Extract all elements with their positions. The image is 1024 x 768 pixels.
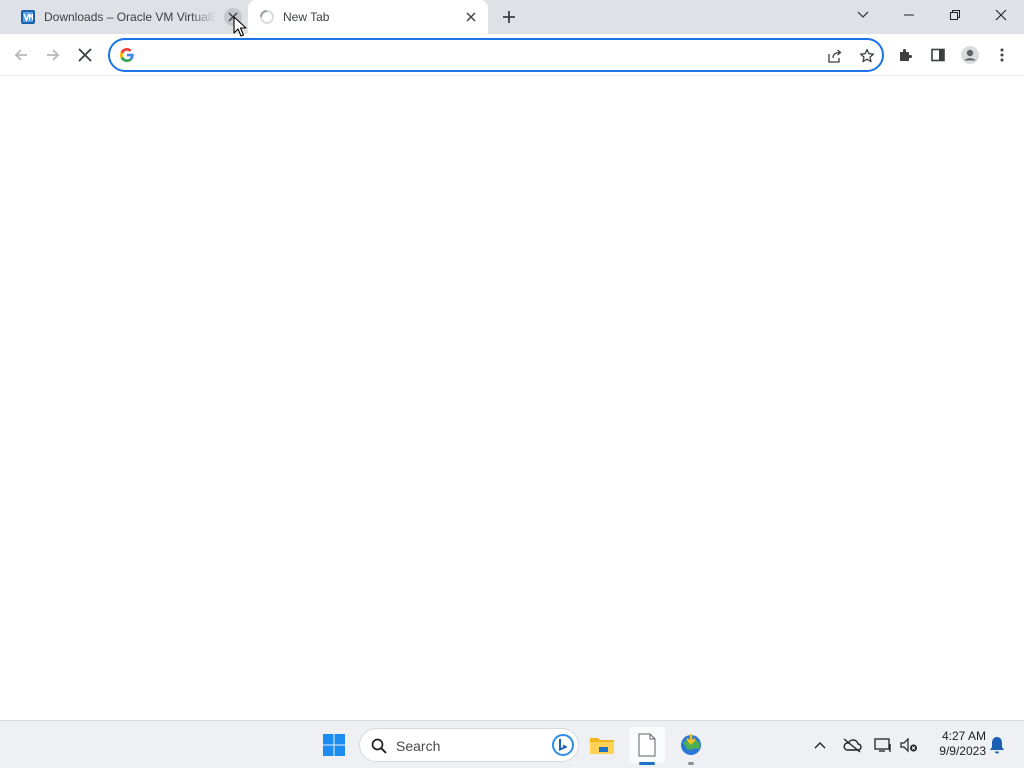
- start-button[interactable]: [316, 727, 352, 763]
- active-app-indicator: [639, 762, 655, 765]
- address-input[interactable]: [146, 45, 786, 65]
- profile-button[interactable]: [954, 39, 986, 71]
- profile-avatar-icon: [961, 46, 979, 64]
- new-tab-button[interactable]: [497, 5, 521, 29]
- onedrive-button[interactable]: [841, 734, 863, 756]
- taskbar: Search 4:27 AM 9/9/2023: [0, 720, 1024, 768]
- tab-new-tab[interactable]: New Tab: [248, 0, 488, 34]
- taskbar-search[interactable]: Search: [359, 728, 579, 762]
- clock-time: 4:27 AM: [941, 729, 986, 743]
- file-explorer-button[interactable]: [584, 727, 620, 763]
- minimize-icon: [904, 14, 914, 16]
- cloud-offline-icon: [843, 738, 862, 753]
- star-icon: [859, 48, 875, 63]
- folder-icon: [590, 738, 614, 754]
- back-button[interactable]: [5, 39, 37, 71]
- extensions-button[interactable]: [890, 39, 922, 71]
- chevron-down-icon: [857, 11, 869, 18]
- plus-icon: [503, 11, 515, 23]
- mouse-cursor-icon: [233, 16, 247, 37]
- clock-date: 9/9/2023: [939, 744, 986, 758]
- globe-download-icon: [681, 734, 701, 755]
- browser-toolbar: [0, 34, 1024, 76]
- restore-button[interactable]: [932, 0, 978, 30]
- notifications-button[interactable]: [986, 734, 1008, 756]
- page-content: [0, 77, 1024, 720]
- loading-spinner-icon: [259, 9, 275, 25]
- close-icon: [995, 9, 1007, 21]
- virtualbox-icon: [20, 9, 36, 25]
- chevron-up-icon: [814, 742, 826, 749]
- arrow-right-icon: [47, 49, 60, 61]
- network-icon: [874, 738, 891, 752]
- google-icon: [119, 47, 135, 63]
- notepad-button[interactable]: [629, 727, 665, 763]
- show-hidden-icons-button[interactable]: [809, 734, 831, 756]
- restore-icon: [950, 10, 960, 20]
- share-button[interactable]: [822, 43, 848, 69]
- address-bar[interactable]: [108, 38, 884, 72]
- bing-icon[interactable]: [552, 734, 574, 756]
- close-tab-icon[interactable]: [462, 8, 480, 26]
- tab-title: New Tab: [283, 10, 330, 24]
- more-vertical-icon: [1000, 48, 1004, 62]
- bell-icon: [990, 737, 1004, 754]
- tab-virtualbox-downloads[interactable]: Downloads – Oracle VM VirtualBox: [8, 0, 246, 34]
- side-panel-button[interactable]: [922, 39, 954, 71]
- windows-logo-icon: [323, 734, 345, 756]
- close-icon: [78, 48, 92, 62]
- network-button[interactable]: [872, 734, 894, 756]
- tab-title: Downloads – Oracle VM VirtualBox: [44, 10, 216, 24]
- arrow-left-icon: [14, 49, 27, 61]
- share-icon: [828, 49, 842, 63]
- system-clock[interactable]: 4:27 AM 9/9/2023: [926, 729, 986, 759]
- download-manager-button[interactable]: [673, 727, 709, 763]
- minimize-button[interactable]: [886, 0, 932, 30]
- search-label: Search: [396, 738, 441, 754]
- side-panel-icon: [931, 48, 945, 62]
- forward-button[interactable]: [37, 39, 69, 71]
- document-icon: [638, 733, 656, 757]
- puzzle-icon: [900, 49, 912, 61]
- speaker-muted-icon: [900, 737, 917, 753]
- stop-loading-button[interactable]: [69, 39, 101, 71]
- tab-search-button[interactable]: [840, 0, 886, 30]
- tab-strip: Downloads – Oracle VM VirtualBox New Tab: [0, 0, 1024, 34]
- bookmark-button[interactable]: [854, 43, 880, 69]
- volume-button[interactable]: [898, 734, 920, 756]
- running-app-indicator: [688, 762, 694, 765]
- search-icon: [371, 738, 387, 754]
- menu-button[interactable]: [986, 39, 1018, 71]
- close-window-button[interactable]: [978, 0, 1024, 30]
